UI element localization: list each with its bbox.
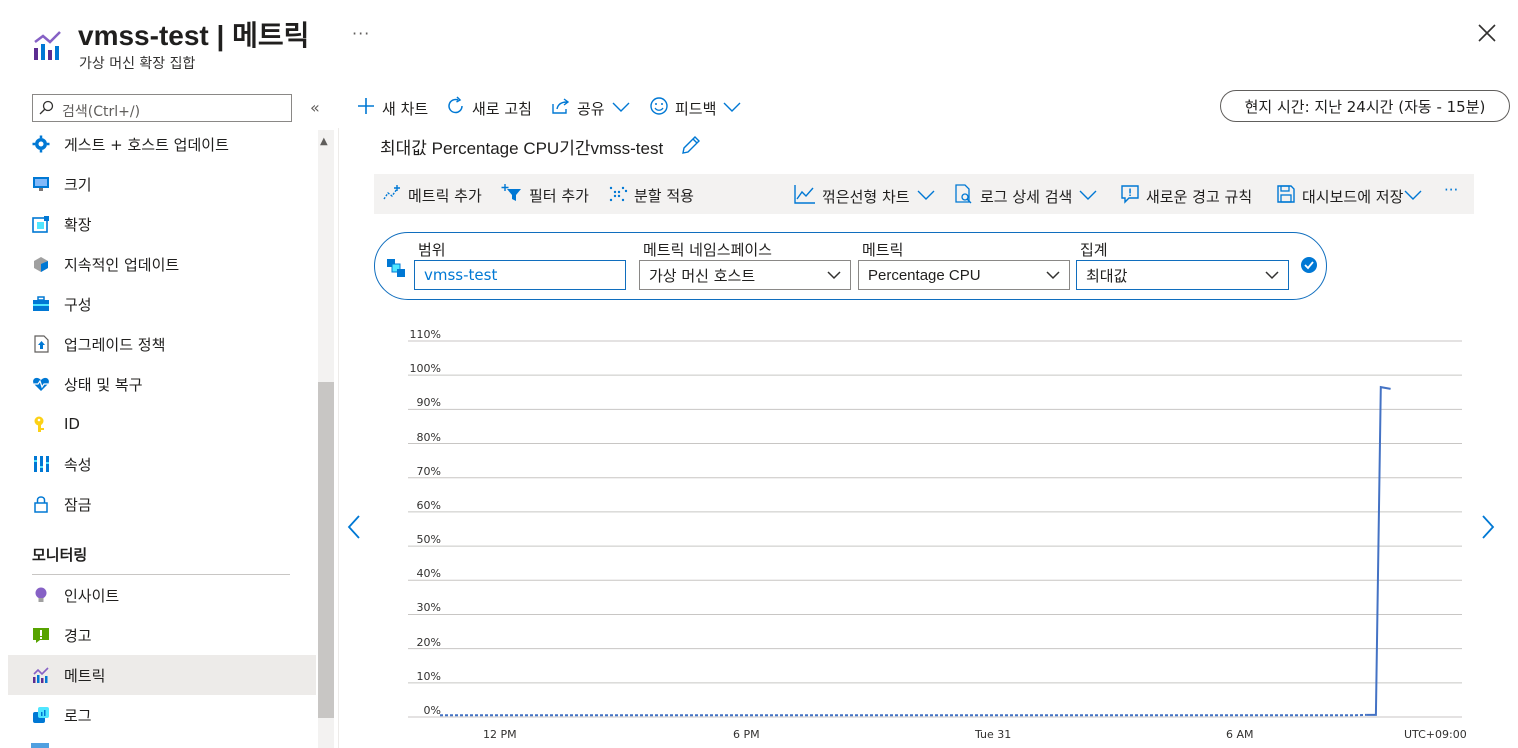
- y-tick-label: 100%: [409, 362, 441, 376]
- y-tick-label: 110%: [409, 328, 441, 341]
- series-line: [1366, 385, 1391, 716]
- y-tick-label: 90%: [416, 396, 441, 410]
- y-tick-label: 80%: [416, 430, 441, 444]
- y-tick-label: 40%: [416, 567, 441, 581]
- y-tick-label: 0%: [423, 704, 441, 717]
- x-tick-label: 12 PM: [483, 728, 517, 741]
- y-tick-label: 50%: [416, 533, 441, 547]
- x-tick-label: 6 AM: [1226, 728, 1254, 741]
- y-tick-label: 30%: [416, 601, 441, 615]
- x-tick-label: UTC+09:00: [1404, 728, 1467, 741]
- x-tick-label: Tue 31: [975, 728, 1012, 741]
- y-tick-label: 60%: [416, 498, 441, 512]
- x-tick-label: 6 PM: [733, 728, 760, 741]
- y-tick-label: 10%: [416, 669, 441, 683]
- y-tick-label: 70%: [416, 464, 441, 478]
- chart-plot-area[interactable]: [0, 0, 1518, 748]
- y-tick-label: 20%: [416, 635, 441, 649]
